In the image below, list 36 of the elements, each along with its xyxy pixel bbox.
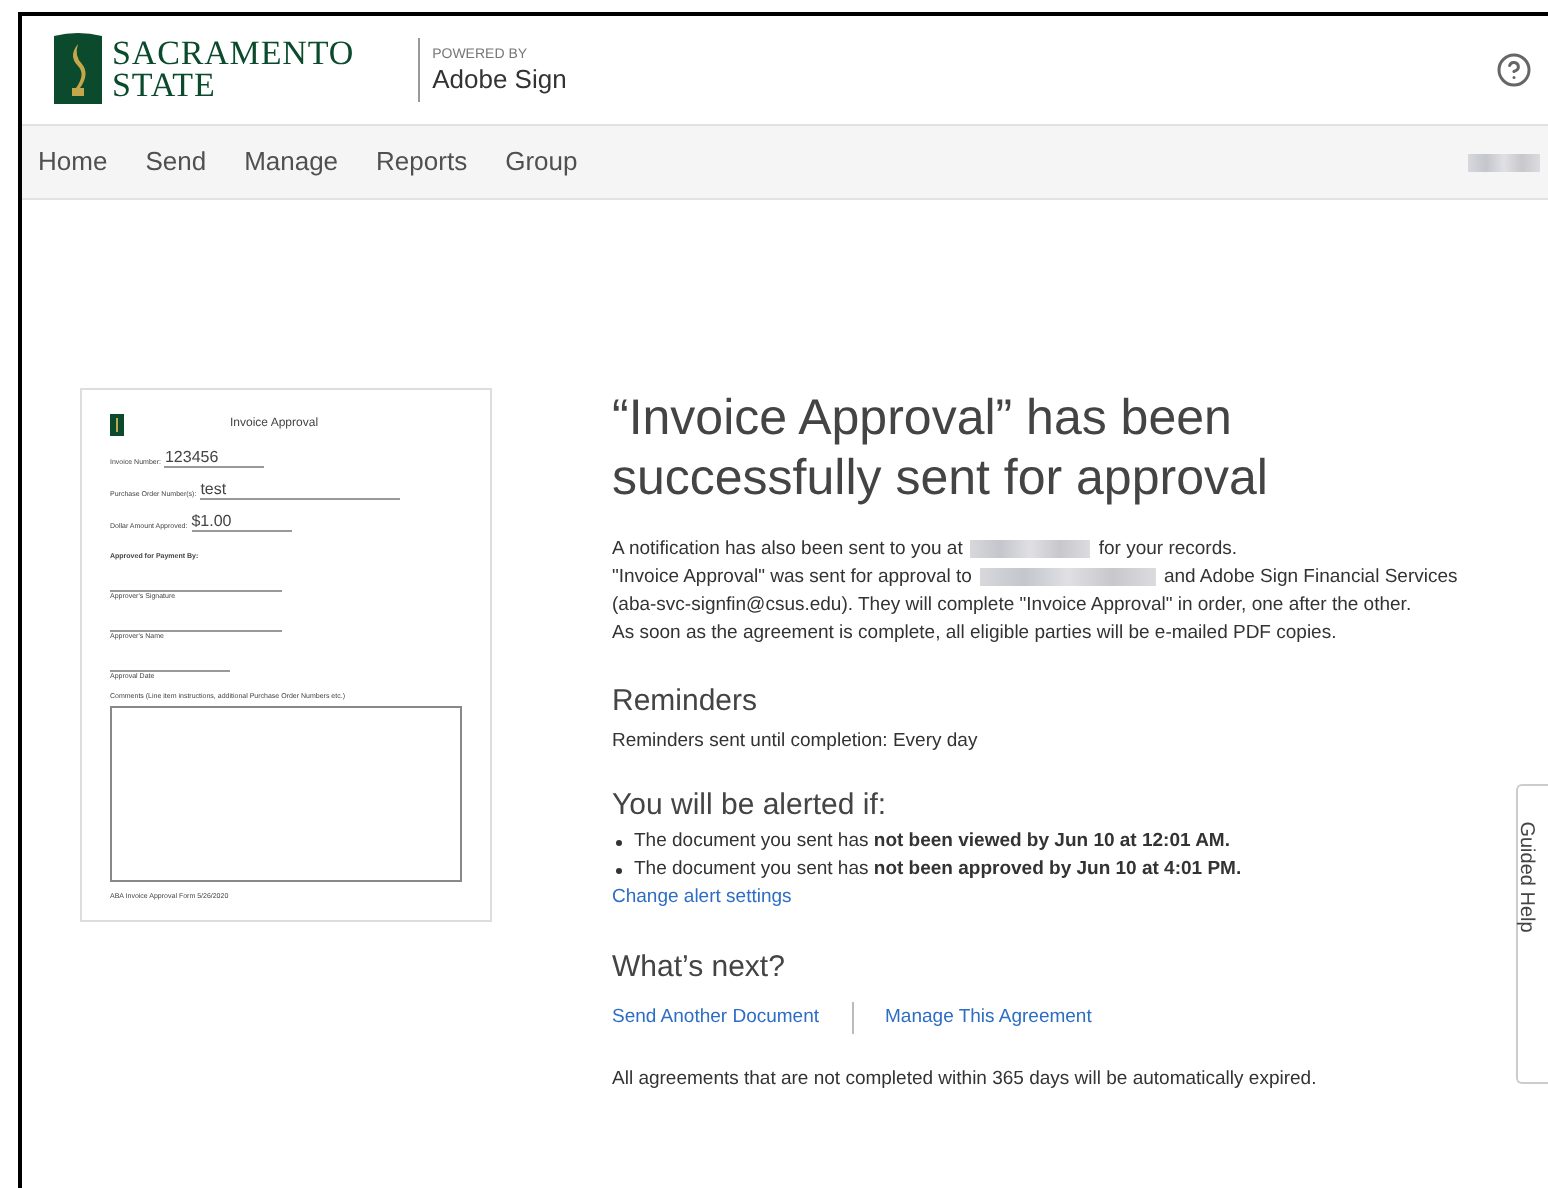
change-alert-settings-link[interactable]: Change alert settings [612, 884, 792, 913]
help-icon[interactable] [1496, 52, 1532, 88]
nav-link[interactable]: Group [505, 142, 578, 182]
confirmation-title: “Invoice Approval” has been successfully sent for approval [612, 388, 1270, 508]
torch-logo-icon [110, 414, 124, 436]
section-heading: What’s next? [612, 947, 787, 987]
form-value: test [200, 480, 401, 500]
recipient-text: (aba-svc-signfin@csus.edu). They will complete "Invoice Approval" in order, one after the other. [612, 592, 1414, 620]
nav-link[interactable]: Home [38, 142, 108, 182]
guided-help-tab[interactable]: Guided Help [1516, 784, 1548, 1084]
next-step-link[interactable]: Manage This Agreement [885, 1003, 1092, 1033]
completion-text: As soon as the agreement is complete, all eligible parties will be e-mailed PDF copies. [612, 620, 1339, 648]
redacted-text [1468, 153, 1540, 171]
form-value: $1.00 [191, 512, 292, 532]
torch-logo-icon [54, 32, 102, 108]
form-value: 123456 [164, 448, 265, 468]
nav-link[interactable]: Send [145, 142, 207, 182]
reminders-text: Reminders sent until completion: Every day [612, 727, 980, 755]
bullet-icon [616, 867, 622, 874]
alert-condition: The document you sent has not been approved by Jun 10 at 4:01 PM. [634, 856, 1242, 885]
bullet-icon [616, 839, 622, 846]
logo-wordmark: STATE [112, 70, 218, 102]
section-heading: You will be alerted if: [612, 785, 889, 826]
notification-text: for your records. [1098, 538, 1238, 560]
recipient-text: "Invoice Approval" was sent for approval to [612, 566, 972, 588]
nav-link[interactable]: Reports [376, 142, 468, 182]
nav-link[interactable]: Manage [244, 142, 339, 182]
section-heading: Reminders [612, 682, 760, 722]
alert-condition: The document you sent has not been viewed by Jun 10 at 12:01 AM. [634, 828, 1230, 857]
expiry-note: All agreements that are not completed within 365 days will be automatically expired. [612, 1066, 1319, 1094]
logo-wordmark: SACRAMENTO [112, 38, 355, 70]
redacted-text [970, 539, 1091, 558]
product-name: Adobe Sign [432, 63, 567, 95]
notification-text: A notification has also been sent to you at [612, 538, 963, 560]
next-step-link[interactable]: Send Another Document [612, 1003, 820, 1033]
recipient-text: and Adobe Sign Financial Services [1163, 566, 1458, 588]
